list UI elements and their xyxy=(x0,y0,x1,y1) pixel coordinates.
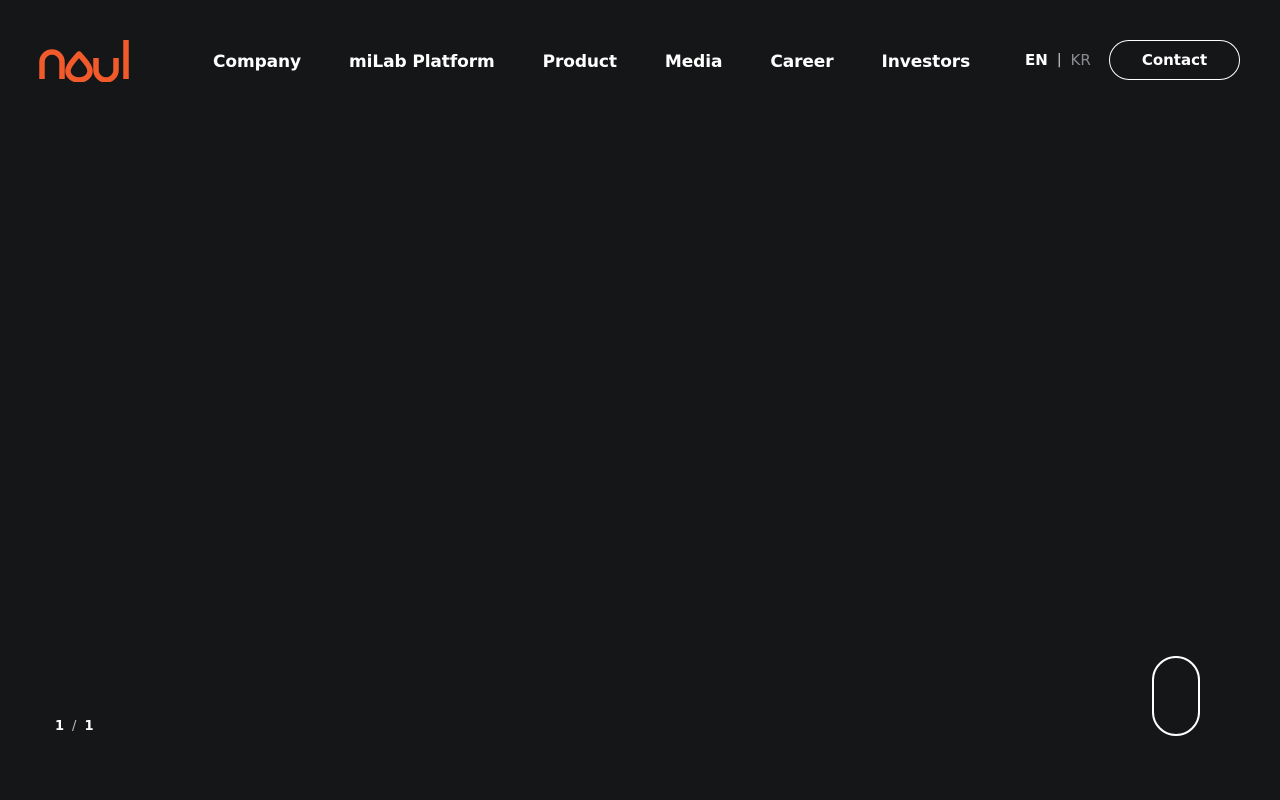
nav-item-investors[interactable]: Investors xyxy=(882,52,971,72)
pagination-current: 1 xyxy=(55,718,65,734)
site-header: Company miLab Platform Product Media Car… xyxy=(0,0,1280,120)
language-en[interactable]: EN xyxy=(1025,51,1048,69)
slide-pagination: 1 / 1 xyxy=(55,717,93,735)
nav-item-media[interactable]: Media xyxy=(665,52,723,72)
nav-item-milab-platform[interactable]: miLab Platform xyxy=(349,52,495,72)
contact-button[interactable]: Contact xyxy=(1109,40,1240,80)
pagination-separator: / xyxy=(72,718,77,734)
noul-logo[interactable] xyxy=(38,38,134,82)
noul-logo-icon xyxy=(39,40,129,82)
main-nav: Company miLab Platform Product Media Car… xyxy=(213,50,970,74)
mouse-scroll-icon[interactable] xyxy=(1152,656,1200,736)
nav-item-company[interactable]: Company xyxy=(213,52,301,72)
pagination-total: 1 xyxy=(84,718,94,734)
language-kr[interactable]: KR xyxy=(1071,51,1091,69)
page: Company miLab Platform Product Media Car… xyxy=(0,0,1280,800)
language-separator: | xyxy=(1056,52,1062,68)
language-switcher: EN | KR xyxy=(1025,50,1091,70)
nav-item-product[interactable]: Product xyxy=(543,52,617,72)
nav-item-career[interactable]: Career xyxy=(770,52,833,72)
